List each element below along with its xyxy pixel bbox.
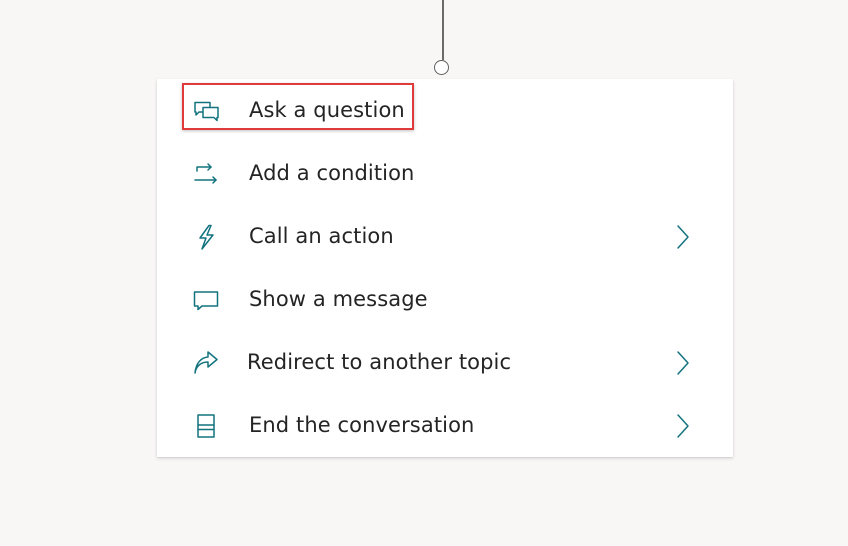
lightning-bolt-icon (191, 222, 221, 252)
menu-item-label: End the conversation (249, 413, 475, 437)
add-node-menu: Ask a question Add a condition Call an a… (157, 79, 733, 457)
menu-item-show-a-message[interactable]: Show a message (157, 268, 733, 331)
chat-bubbles-icon (191, 96, 221, 126)
chevron-right-icon (673, 223, 693, 251)
branch-arrows-icon (191, 159, 221, 189)
menu-item-redirect-to-another-topic[interactable]: Redirect to another topic (157, 331, 733, 394)
share-arrow-icon (191, 348, 221, 378)
menu-item-end-the-conversation[interactable]: End the conversation (157, 394, 733, 457)
menu-item-label: Show a message (249, 287, 428, 311)
end-document-icon (191, 411, 221, 441)
speech-bubble-icon (191, 285, 221, 315)
menu-item-call-an-action[interactable]: Call an action (157, 205, 733, 268)
flow-connector-line (442, 0, 444, 60)
menu-item-label: Ask a question (249, 98, 405, 122)
add-node-button[interactable] (434, 60, 449, 75)
menu-item-label: Add a condition (249, 161, 415, 185)
menu-item-add-a-condition[interactable]: Add a condition (157, 142, 733, 205)
menu-item-label: Redirect to another topic (247, 350, 512, 374)
chevron-right-icon (673, 349, 693, 377)
menu-item-ask-a-question[interactable]: Ask a question (157, 79, 733, 142)
chevron-right-icon (673, 412, 693, 440)
menu-item-label: Call an action (249, 224, 394, 248)
